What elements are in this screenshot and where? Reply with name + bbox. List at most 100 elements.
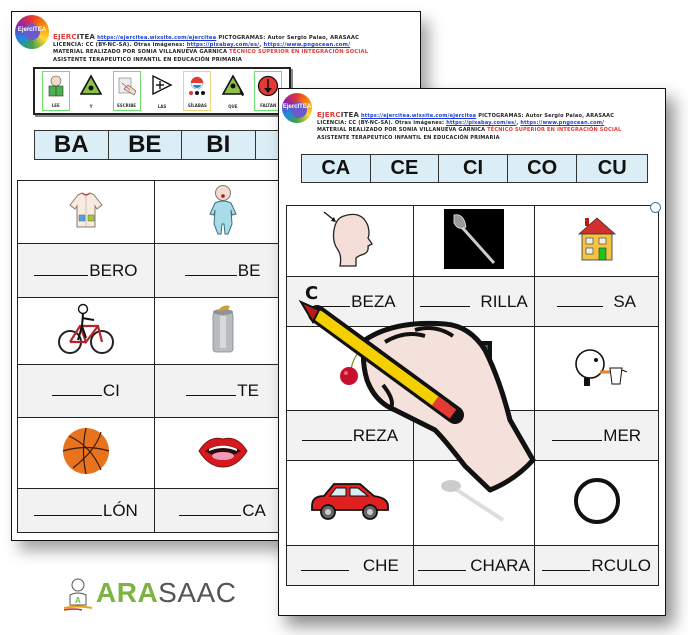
answer-blank[interactable] [34, 274, 89, 276]
instruction-y: Y [77, 71, 105, 111]
picture-cell [153, 417, 292, 489]
instruction-las: LAS [148, 71, 176, 111]
syllable-ba: BA [35, 131, 109, 159]
word-cell[interactable]: LÓN [17, 488, 155, 533]
link-pixabay[interactable]: https://pixabay.com/es/ [446, 120, 516, 126]
rotate-handle[interactable] [650, 202, 661, 213]
picture-cell [153, 180, 292, 244]
head-icon [323, 211, 373, 267]
picture-cell [286, 205, 414, 277]
eating-icon [574, 349, 627, 386]
syllable-bi: BI [182, 131, 256, 159]
word-cell[interactable]: TE [153, 364, 292, 418]
instructions-strip: LEE Y ESCRIBE LAS SÍLABAS QUE FALTAN [33, 67, 291, 115]
writing-hand-icon [116, 74, 138, 98]
image-row [286, 205, 659, 277]
word-cell[interactable]: CI [17, 364, 155, 418]
author-role: ASISTENTE TERAPEUTICO INFANTIL EN EDUCAC… [317, 134, 500, 141]
answer-blank[interactable] [179, 514, 242, 516]
answer-blank[interactable] [186, 394, 237, 396]
syllable-be: BE [109, 131, 183, 159]
reading-child-icon [45, 74, 67, 98]
word-cell[interactable]: SA [534, 276, 659, 327]
arasaac-logo: A ARA SAAC [60, 575, 236, 611]
baby-icon [208, 184, 237, 234]
plus-arrow-icon [151, 73, 173, 97]
link-ejercitea[interactable]: https://ejercitea.wixsite.com/ejercitea [97, 35, 216, 41]
answer-blank[interactable] [184, 274, 237, 276]
answer-blank[interactable] [552, 439, 603, 441]
hand-writing-icon [298, 299, 536, 493]
author-text: MATERIAL REALIZADO POR SONIA VILLANUEVA … [317, 127, 486, 134]
arasaac-ara: ARA [96, 577, 159, 608]
link-ejercitea[interactable]: https://ejercitea.wixsite.com/ejercitea [361, 113, 476, 119]
basketball-icon [62, 427, 110, 474]
instruction-escribe: ESCRIBE [112, 71, 141, 111]
pictogramas-credit: PICTOGRAMAS: Autor Sergio Palao, ARASAAC [478, 113, 615, 119]
syllable-cu: CU [597, 157, 627, 179]
answer-blank[interactable] [542, 569, 591, 571]
answer-blank[interactable] [418, 569, 467, 571]
syllable-co: CO [508, 155, 578, 182]
ejercitea-logo: EjercITEA [15, 15, 49, 49]
word-cell[interactable]: RCULO [534, 545, 659, 586]
syllable-ci: CI [439, 155, 508, 182]
arasaac-figure-icon: A [63, 578, 93, 611]
word-cell[interactable]: BE [153, 243, 292, 298]
author-role: ASISTENTE TERAPEUTICO INFANTIL EN EDUCAC… [53, 56, 243, 63]
author-title: TÉCNICO SUPERIOR EN INTEGRACIÓN SOCIAL [229, 49, 369, 56]
ejercitea-logo: EjercITEA [282, 93, 312, 123]
link-pngocean[interactable]: https://www.pngocean.com/ [264, 42, 351, 48]
brand-itea: ITEA [340, 111, 360, 119]
bicycle-icon [57, 303, 114, 354]
brand-ejerc: EJERC [53, 33, 77, 41]
picture-cell [17, 180, 155, 244]
credits-header: EJERCITEA https://ejercitea.wixsite.com/… [317, 111, 622, 141]
triangle-que-icon [221, 73, 244, 97]
picture-cell [534, 326, 659, 411]
word-cell[interactable]: CHARA [412, 545, 536, 586]
picture-cell [17, 417, 155, 489]
picture-cell [534, 460, 659, 546]
brand-ejerc: EJERC [317, 111, 341, 119]
word-cell[interactable]: BERO [17, 243, 155, 298]
word-cell[interactable]: CHE [286, 545, 414, 586]
link-pngocean[interactable]: https://www.pngocean.com/ [520, 120, 604, 126]
syllable-bar-c: CA CE CI CO CU [301, 154, 648, 183]
license-text: LICENCIA: CC (BY-NC-SA). Otras imágenes: [53, 42, 185, 49]
author-text: MATERIAL REALIZADO POR SONIA VILLANUEVA … [53, 49, 228, 56]
svg-text:A: A [75, 596, 81, 605]
mouth-icon [198, 437, 248, 468]
answer-blank[interactable] [51, 394, 102, 396]
can-icon [212, 305, 233, 352]
answer-blank[interactable] [557, 305, 604, 307]
smock-icon [69, 191, 103, 227]
picture-cell [153, 297, 292, 365]
word-row: CHE CHARA RCULO [286, 545, 659, 586]
missing-arrow-icon [257, 74, 279, 98]
circle-icon [573, 477, 620, 524]
picture-cell [412, 205, 536, 277]
answer-blank[interactable] [33, 514, 102, 516]
instruction-silabas: SÍLABAS [183, 71, 212, 111]
pictogramas-credit: PICTOGRAMAS: Autor Sergio Palao, ARASAAC [218, 35, 360, 41]
license-text: LICENCIA: CC (BY-NC-SA). Otras imágenes: [317, 120, 445, 127]
answer-blank[interactable] [300, 569, 349, 571]
syllable-ce: CE [371, 155, 440, 182]
syllable-ca: CA [302, 155, 371, 182]
brand-itea: ITEA [76, 33, 96, 41]
arasaac-saac: SAAC [158, 577, 237, 608]
instruction-que: QUE [219, 71, 247, 111]
house-icon [577, 216, 616, 260]
word-cell[interactable]: MER [534, 410, 659, 461]
instruction-lee: LEE [41, 71, 70, 111]
link-pixabay[interactable]: https://pixabay.com/es/ [187, 42, 260, 48]
picture-cell [17, 297, 155, 365]
triangle-and-icon [80, 73, 103, 97]
syllables-icon [186, 74, 208, 98]
credits-header: EJERCITEA https://ejercitea.wixsite.com/… [53, 33, 369, 63]
match-icon [444, 208, 505, 269]
author-title: TÉCNICO SUPERIOR EN INTEGRACIÓN SOCIAL [487, 127, 622, 134]
picture-cell [534, 205, 659, 277]
word-cell[interactable]: CA [153, 488, 292, 533]
